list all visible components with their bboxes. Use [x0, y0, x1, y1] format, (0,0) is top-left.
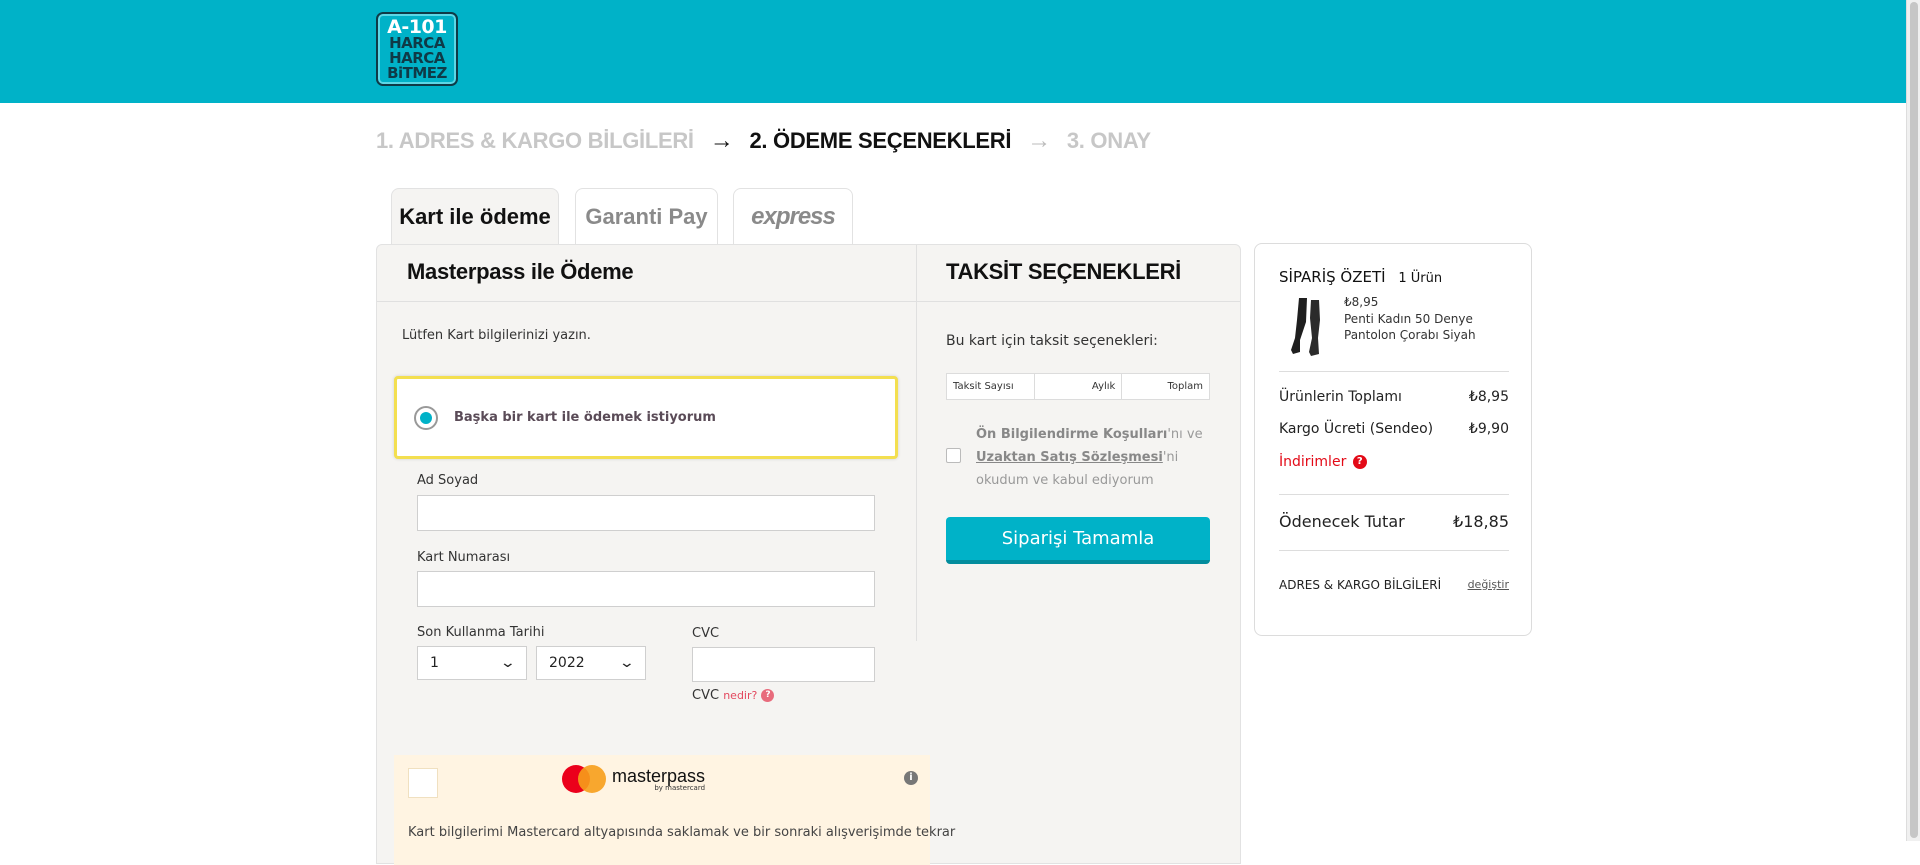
bkm-express-logo: express: [751, 202, 836, 230]
summary-item-count: 1 Ürün: [1398, 271, 1443, 286]
expiry-year-value: 2022: [549, 655, 585, 671]
address-label: ADRES & KARGO BİLGİLERİ: [1279, 578, 1442, 592]
subtotal-label: Ürünlerin Toplamı: [1279, 389, 1402, 405]
question-icon[interactable]: ?: [1352, 455, 1367, 469]
pre-info-link[interactable]: Ön Bilgilendirme Koşulları: [976, 427, 1167, 442]
address-row: ADRES & KARGO BİLGİLERİ değiştir: [1279, 578, 1509, 592]
top-header: A-101 HARCA HARCA BiTMEZ: [0, 0, 1906, 103]
a101-logo[interactable]: A-101 HARCA HARCA BiTMEZ: [376, 12, 458, 86]
divider: [916, 245, 917, 641]
installments-title: TAKSİT SEÇENEKLERİ: [946, 259, 1181, 284]
discounts-row[interactable]: İndirimler ?: [1279, 454, 1367, 470]
step-payment: 2. ÖDEME SEÇENEKLERİ: [749, 128, 1012, 153]
col-monthly: Aylık: [1035, 374, 1123, 399]
masterpass-save-checkbox[interactable]: [408, 768, 438, 798]
shipping-value: ₺9,90: [1468, 421, 1509, 437]
installments-subtitle: Bu kart için taksit seçenekleri:: [946, 333, 1158, 349]
tab-bkm-express[interactable]: express: [733, 188, 853, 244]
name-label: Ad Soyad: [417, 473, 479, 488]
tab-garanti-pay[interactable]: Garanti Pay: [575, 188, 718, 244]
product-name[interactable]: Penti Kadın 50 Denye Pantolon Çorabı Siy…: [1344, 311, 1514, 343]
cvc-help[interactable]: CVC nedir? ?: [692, 688, 775, 703]
tab-card-payment[interactable]: Kart ile ödeme: [391, 188, 559, 245]
agreement-checkbox[interactable]: [946, 448, 961, 463]
total-value: ₺18,85: [1453, 512, 1509, 531]
name-input[interactable]: [417, 495, 875, 531]
scrollbar-thumb[interactable]: [1910, 2, 1918, 838]
payment-panel: Masterpass ile Ödeme TAKSİT SEÇENEKLERİ …: [376, 244, 1241, 865]
product-image[interactable]: [1285, 296, 1331, 358]
discounts-label: İndirimler: [1279, 454, 1347, 470]
order-summary: SİPARİŞ ÖZETİ 1 Ürün ₺8,95 Penti Kadın 5…: [1254, 243, 1532, 636]
other-card-label: Başka bir kart ile ödemek istiyorum: [454, 410, 716, 425]
summary-title: SİPARİŞ ÖZETİ 1 Ürün: [1279, 268, 1442, 286]
subtotal-row: Ürünlerin Toplamı ₺8,95: [1279, 389, 1509, 405]
card-instruction: Lütfen Kart bilgilerinizi yazın.: [402, 328, 591, 343]
masterpass-by: by mastercard: [654, 783, 706, 792]
distance-sales-link[interactable]: Uzaktan Satış Sözleşmesi: [976, 450, 1163, 465]
masterpass-name: masterpass: [612, 765, 706, 786]
subtotal-value: ₺8,95: [1468, 389, 1509, 405]
total-row: Ödenecek Tutar ₺18,85: [1279, 512, 1509, 531]
logo-line-4: BiTMEZ: [387, 63, 447, 82]
question-icon[interactable]: ?: [761, 689, 775, 702]
info-icon[interactable]: i: [904, 771, 918, 785]
agreement-text: Ön Bilgilendirme Koşulları'nı ve Uzaktan…: [976, 423, 1216, 492]
arrow-right-icon: →: [1027, 127, 1051, 154]
cvc-label: CVC: [692, 626, 720, 641]
other-card-radio[interactable]: [414, 406, 438, 430]
summary-title-label: SİPARİŞ ÖZETİ: [1279, 268, 1386, 286]
card-number-label: Kart Numarası: [417, 550, 511, 565]
product-price: ₺8,95: [1344, 295, 1379, 309]
page-scrollbar[interactable]: [1906, 0, 1920, 841]
expiry-month-value: 1: [430, 655, 439, 671]
divider: [1279, 371, 1509, 372]
total-label: Ödenecek Tutar: [1279, 512, 1405, 531]
complete-order-button[interactable]: Siparişi Tamamla: [946, 517, 1210, 564]
expiry-label: Son Kullanma Tarihi: [417, 625, 545, 640]
masterpass-box: masterpass by mastercard i Kart bilgiler…: [394, 755, 955, 865]
col-total: Toplam: [1167, 381, 1204, 392]
cvc-what-link[interactable]: nedir?: [723, 689, 757, 702]
tab-garanti-pay-label: Garanti Pay: [585, 203, 708, 229]
logo-line-1: A-101: [387, 15, 447, 38]
checkout-steps: 1. ADRES & KARGO BİLGİLERİ → 2. ÖDEME SE…: [376, 126, 1151, 156]
chevron-down-icon: ⌄: [499, 655, 517, 671]
shipping-row: Kargo Ücreti (Sendeo) ₺9,90: [1279, 421, 1509, 437]
installments-table: Taksit Sayısı Aylık Toplam: [946, 373, 1210, 400]
masterpass-logo: masterpass by mastercard: [562, 765, 705, 793]
step-confirm: 3. ONAY: [1066, 128, 1151, 153]
cvc-help-label: CVC: [692, 688, 720, 703]
masterpass-title: Masterpass ile Ödeme: [407, 259, 634, 284]
arrow-right-icon: →: [709, 127, 734, 154]
change-address-link[interactable]: değiştir: [1468, 578, 1509, 592]
complete-order-label: Siparişi Tamamla: [1001, 528, 1155, 549]
divider: [1279, 494, 1509, 495]
tab-card-payment-label: Kart ile ödeme: [399, 204, 551, 229]
shipping-label: Kargo Ücreti (Sendeo): [1279, 421, 1434, 437]
card-number-input[interactable]: [417, 571, 875, 607]
col-installment-count: Taksit Sayısı: [947, 374, 1035, 399]
expiry-year-select[interactable]: 2022 ⌄: [536, 646, 646, 680]
masterpass-note: Kart bilgilerimi Mastercard altyapısında…: [408, 825, 956, 840]
chevron-down-icon: ⌄: [618, 655, 636, 671]
divider: [377, 301, 1240, 302]
cvc-input[interactable]: [692, 647, 875, 682]
other-card-option[interactable]: Başka bir kart ile ödemek istiyorum: [394, 376, 898, 459]
expiry-month-select[interactable]: 1 ⌄: [417, 646, 527, 680]
step-address[interactable]: 1. ADRES & KARGO BİLGİLERİ: [376, 128, 694, 154]
mastercard-icon: [562, 765, 606, 793]
agree-text-1: 'nı ve: [1167, 427, 1203, 442]
divider: [1279, 550, 1509, 551]
